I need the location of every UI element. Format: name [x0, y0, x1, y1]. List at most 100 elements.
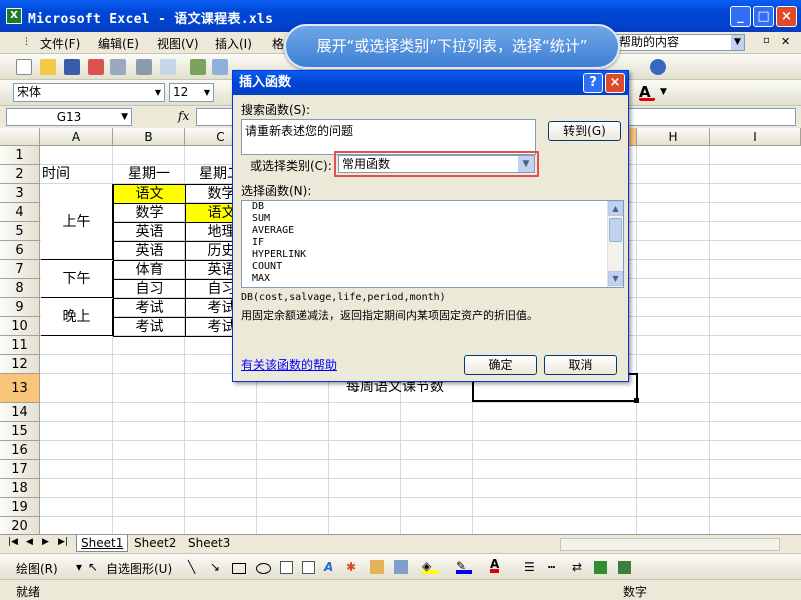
autoshapes-button[interactable]: 自选图形(U): [106, 560, 172, 577]
function-list-scrollbar[interactable]: ▲ ▼: [607, 201, 623, 287]
scroll-down-icon[interactable]: ▼: [608, 271, 623, 286]
column-header[interactable]: I: [710, 128, 801, 146]
last-sheet-icon[interactable]: ▶|: [58, 537, 68, 547]
row-header[interactable]: 5: [0, 222, 40, 241]
fill-handle[interactable]: [634, 398, 639, 403]
cell-A9-merged[interactable]: 晚上: [41, 299, 113, 336]
category-select[interactable]: 常用函数 ▼: [338, 155, 535, 173]
select-all-corner[interactable]: [0, 128, 40, 146]
row-header[interactable]: 13: [0, 374, 40, 403]
ok-button[interactable]: 确定: [464, 355, 537, 375]
row-header[interactable]: 16: [0, 441, 40, 460]
help-icon[interactable]: [650, 59, 666, 75]
fill-color-icon[interactable]: ◈: [422, 559, 438, 574]
size-dropdown-icon[interactable]: ▼: [201, 84, 213, 101]
column-header[interactable]: B: [113, 128, 185, 146]
row-header[interactable]: 8: [0, 279, 40, 298]
row-header[interactable]: 7: [0, 260, 40, 279]
dash-style-icon[interactable]: ┅: [548, 560, 555, 574]
insert-function-icon[interactable]: fx: [178, 109, 189, 123]
new-file-icon[interactable]: [16, 59, 32, 75]
column-header[interactable]: H: [637, 128, 710, 146]
row-header[interactable]: 9: [0, 298, 40, 317]
cell-B6[interactable]: 英语: [113, 241, 186, 261]
oval-icon[interactable]: [256, 563, 271, 574]
menu-edit[interactable]: 编辑(E): [98, 35, 139, 52]
arrow-style-icon[interactable]: ⇄: [572, 560, 582, 574]
cancel-button[interactable]: 取消: [544, 355, 617, 375]
clipart-icon[interactable]: [370, 560, 384, 574]
function-list-item[interactable]: SUM: [242, 213, 623, 225]
draw-menu-button[interactable]: 绘图(R): [16, 560, 58, 577]
cell-A2[interactable]: 时间: [42, 165, 112, 184]
cell-B7[interactable]: 体育: [113, 260, 186, 280]
next-sheet-icon[interactable]: ▶: [42, 537, 49, 547]
spelling-icon[interactable]: [190, 59, 206, 75]
function-list-item[interactable]: COUNT: [242, 261, 623, 273]
save-icon[interactable]: [64, 59, 80, 75]
dialog-close-button[interactable]: ×: [605, 73, 625, 93]
draw-font-color-icon[interactable]: A: [490, 557, 500, 573]
function-list-item[interactable]: HYPERLINK: [242, 249, 623, 261]
cell-A3-merged[interactable]: 上午: [41, 184, 113, 260]
3d-style-icon[interactable]: [618, 561, 631, 574]
font-dropdown-icon[interactable]: ▼: [152, 84, 164, 101]
cell-B2[interactable]: 星期一: [113, 165, 185, 184]
first-sheet-icon[interactable]: |◀: [8, 537, 18, 547]
sheet-tab-1[interactable]: Sheet1: [76, 535, 129, 552]
rectangle-icon[interactable]: [232, 563, 246, 574]
arrow-icon[interactable]: ↘: [210, 560, 220, 574]
scroll-thumb[interactable]: [609, 218, 622, 242]
close-doc-icon[interactable]: ✕: [781, 35, 790, 48]
row-header[interactable]: 17: [0, 460, 40, 479]
cell-B9[interactable]: 考试: [113, 298, 186, 318]
row-header[interactable]: 11: [0, 336, 40, 355]
select-objects-icon[interactable]: ↖: [88, 560, 98, 574]
row-header[interactable]: 6: [0, 241, 40, 260]
sheet-tab-3[interactable]: Sheet3: [184, 535, 234, 552]
shadow-style-icon[interactable]: [594, 561, 607, 574]
row-header[interactable]: 1: [0, 146, 40, 165]
line-style-icon[interactable]: ☰: [524, 560, 535, 574]
function-list-item[interactable]: AVERAGE: [242, 225, 623, 237]
cell-A7-merged[interactable]: 下午: [41, 261, 113, 298]
row-header[interactable]: 15: [0, 422, 40, 441]
function-list-item[interactable]: MAX: [242, 273, 623, 285]
print-icon[interactable]: [136, 59, 152, 75]
line-color-icon[interactable]: ✎: [456, 559, 472, 574]
research-icon[interactable]: [212, 59, 228, 75]
menu-view[interactable]: 视图(V): [157, 35, 199, 52]
cell-B4[interactable]: 数学: [113, 203, 186, 223]
help-search-box[interactable]: 帮助的内容 ▼: [615, 34, 745, 51]
row-header[interactable]: 18: [0, 479, 40, 498]
menu-format[interactable]: 格: [272, 35, 284, 52]
row-header[interactable]: 10: [0, 317, 40, 336]
restore-doc-icon[interactable]: ▫: [763, 35, 770, 46]
open-folder-icon[interactable]: [40, 59, 56, 75]
dialog-help-button[interactable]: ?: [583, 73, 603, 93]
sheet-tab-2[interactable]: Sheet2: [130, 535, 180, 552]
function-help-link[interactable]: 有关该函数的帮助: [241, 356, 337, 373]
cell-B3[interactable]: 语文: [113, 184, 186, 204]
print-preview-icon[interactable]: [160, 59, 176, 75]
prev-sheet-icon[interactable]: ◀: [26, 537, 33, 547]
maximize-button[interactable]: □: [753, 6, 774, 27]
textbox-icon[interactable]: [280, 561, 293, 574]
draw-menu-dropdown-icon[interactable]: ▾: [76, 560, 82, 574]
row-header[interactable]: 14: [0, 403, 40, 422]
scroll-up-icon[interactable]: ▲: [608, 201, 623, 216]
row-header[interactable]: 2: [0, 165, 40, 184]
font-color-icon[interactable]: A: [639, 83, 655, 101]
row-header[interactable]: 4: [0, 203, 40, 222]
close-button[interactable]: ×: [776, 6, 797, 27]
diagram-icon[interactable]: ✱: [346, 560, 356, 574]
function-list[interactable]: DB SUM AVERAGE IF HYPERLINK COUNT MAX ▲ ▼: [241, 200, 624, 288]
font-size-combo[interactable]: 12 ▼: [169, 83, 214, 102]
help-dropdown-icon[interactable]: ▼: [731, 35, 744, 50]
row-header[interactable]: 3: [0, 184, 40, 203]
font-color-dropdown-icon[interactable]: ▼: [660, 87, 676, 103]
wordart-icon[interactable]: A: [324, 560, 333, 574]
permission-icon[interactable]: [88, 59, 104, 75]
row-header[interactable]: 12: [0, 355, 40, 374]
column-header[interactable]: A: [40, 128, 113, 146]
